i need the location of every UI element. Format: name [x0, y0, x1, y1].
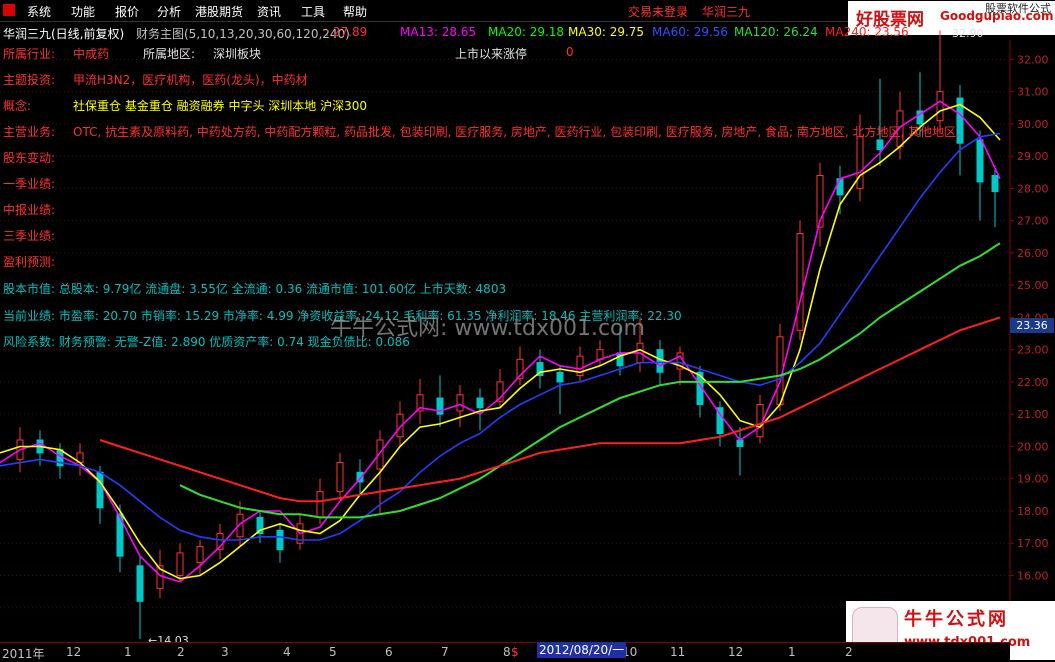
concept-value: 社保重仓 基金重仓 融资融券 中字头 深圳本地 沪深300 [73, 99, 367, 113]
y-tick-label: 16.00 [1017, 569, 1049, 582]
time-tick: 6 [385, 645, 393, 659]
candle-body [656, 349, 664, 373]
forecast-label: 盈利预测: [3, 255, 56, 269]
time-tick: 4 [283, 645, 291, 659]
y-tick-label: 21.00 [1017, 408, 1049, 421]
y-tick-label: 18.00 [1017, 505, 1049, 518]
y-tick-label: 17.00 [1017, 537, 1049, 550]
candle-body [96, 471, 104, 509]
industry-value: 中成药 [73, 47, 110, 61]
candle-body [976, 139, 984, 183]
y-tick-label: 19.00 [1017, 473, 1049, 486]
holder-change-label: 股东变动: [3, 151, 56, 165]
candle-body [176, 552, 184, 576]
candle-body [276, 529, 284, 551]
y-tick-label: 20.00 [1017, 440, 1049, 453]
capital-info: 股本市值: 总股本: 9.79亿 流通盘: 3.55亿 全流通: 0.36 流通… [3, 282, 507, 296]
candle-body [476, 397, 484, 409]
y-tick-label: 31.00 [1017, 86, 1049, 99]
time-tick: 11 [670, 645, 686, 659]
candle-body [876, 139, 884, 151]
mid-perf-label: 中报业绩: [3, 203, 56, 217]
candle-body [336, 462, 344, 493]
concept-label: 概念: [3, 99, 32, 113]
region-value: 深圳板块 [213, 47, 262, 61]
candle-body [136, 565, 144, 602]
candle-body [796, 233, 804, 331]
q3-perf-label: 三季业绩: [3, 229, 56, 243]
time-marker: $ [511, 645, 519, 659]
candle-body [836, 178, 844, 196]
current-price-tag: 23.36 [1010, 318, 1054, 333]
time-tick: 5 [329, 645, 337, 659]
candle-body [856, 136, 864, 189]
y-tick-label: 30.00 [1017, 118, 1049, 131]
theme-label: 主题投资: [3, 73, 56, 87]
y-tick-label: 28.00 [1017, 182, 1049, 195]
region-label: 所属地区: [143, 47, 196, 61]
time-tick: 7 [441, 645, 449, 659]
y-tick-label: 32.00 [1017, 53, 1049, 66]
selected-date: 2012/08/20/一 [537, 642, 627, 658]
time-tick: 2 [177, 645, 185, 659]
y-tick-label: 22.00 [1017, 376, 1049, 389]
time-tick: 1 [124, 645, 132, 659]
q1-perf-label: 一季业绩: [3, 177, 56, 191]
candle-body [456, 394, 464, 412]
y-tick-label: 25.00 [1017, 279, 1049, 292]
time-axis[interactable]: 2011年 12 1 2 3 4 5 6 7 8 $ 10 11 12 1 2 [0, 642, 1010, 661]
time-tick: 2 [845, 645, 853, 659]
time-tick: 8 [503, 645, 511, 659]
business-label: 主营业务: [3, 125, 56, 139]
time-tick: 2011年 [2, 647, 45, 661]
candle-body [316, 491, 324, 518]
candle-body [556, 371, 564, 383]
time-tick: 12 [728, 645, 744, 659]
candle-body [936, 91, 944, 122]
y-tick-label: 26.00 [1017, 247, 1049, 260]
watermark-title: 牛牛公式网 [904, 609, 1009, 630]
time-tick: 1 [788, 645, 796, 659]
time-tick: 12 [66, 645, 82, 659]
y-tick-label: 23.00 [1017, 344, 1049, 357]
candle-body [991, 174, 999, 193]
y-tick-label: 29.00 [1017, 150, 1049, 163]
theme-value: 甲流H3N2，医疗机构，医药(龙头)，中药材 [73, 73, 308, 87]
industry-label: 所属行业: [3, 47, 56, 61]
high-price-label: 32.90 [952, 27, 984, 40]
y-tick-label: 27.00 [1017, 215, 1049, 228]
limitup-label: 上市以来涨停 [455, 47, 528, 61]
time-tick: 3 [221, 645, 229, 659]
business-value: OTC, 抗生素及原料药, 中药处方药, 中药配方颗粒, 药品批发, 包装印刷,… [73, 125, 960, 139]
candle-body [736, 439, 744, 447]
limitup-value: 0 [566, 45, 574, 59]
candle-body [196, 545, 204, 564]
center-watermark: 牛牛公式网: www.tdx001.com [330, 316, 645, 341]
